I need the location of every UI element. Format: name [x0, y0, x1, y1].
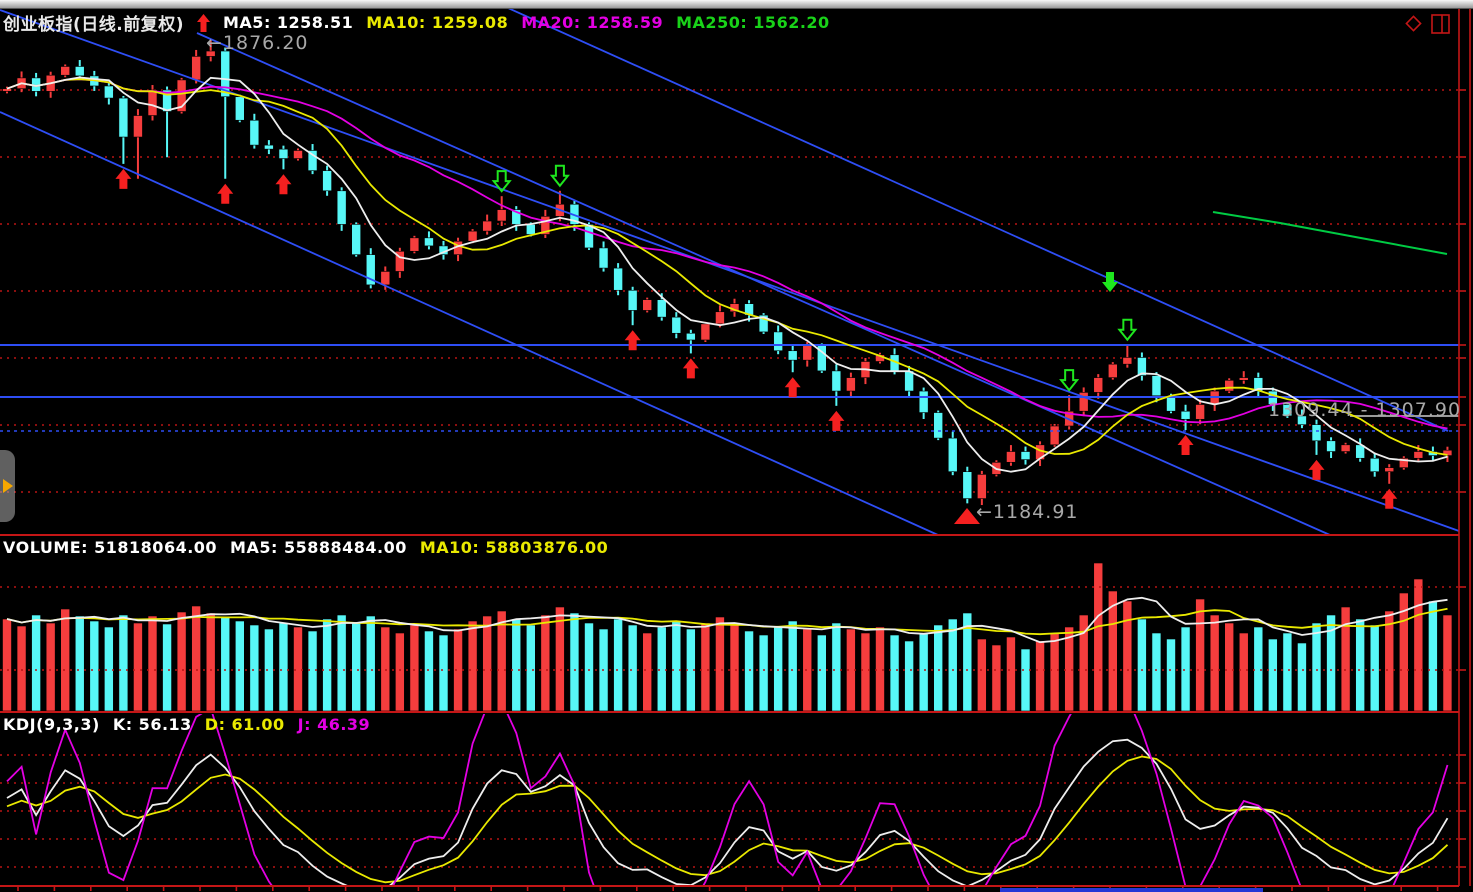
- corner-toolbar: [1403, 13, 1451, 34]
- up-arrow-icon: [197, 14, 210, 32]
- low-price-annotation: ←1184.91: [976, 501, 1079, 523]
- ma10-label: MA10: 1259.08: [366, 13, 508, 32]
- main-chart-header: 创业板指(日线.前复权) MA5: 1258.51 MA10: 1259.08 …: [3, 10, 830, 35]
- kdj-panel-header: KDJ(9,3,3) K: 56.13 D: 61.00 J: 46.39: [3, 715, 370, 734]
- split-view-icon[interactable]: [1431, 13, 1451, 34]
- volume-ma10-label: MA10: 58803876.00: [420, 538, 608, 557]
- volume-value-label: VOLUME: 51818064.00: [3, 538, 217, 557]
- peak-price-annotation: ←1876.20: [206, 32, 309, 54]
- ma250-label: MA250: 1562.20: [676, 13, 830, 32]
- diamond-icon[interactable]: [1403, 13, 1424, 34]
- expand-arrow-icon: [3, 479, 13, 493]
- kdj-j-label: J: 46.39: [298, 715, 371, 734]
- kdj-k-label: K: 56.13: [113, 715, 192, 734]
- horizontal-scrollbar-thumb[interactable]: [1000, 888, 1263, 892]
- ma20-label: MA20: 1258.59: [521, 13, 663, 32]
- volume-panel-header: VOLUME: 51818064.00 MA5: 55888484.00 MA1…: [3, 538, 608, 557]
- kdj-d-label: D: 61.00: [205, 715, 285, 734]
- trading-app-window: 创业板指(日线.前复权) MA5: 1258.51 MA10: 1259.08 …: [0, 0, 1473, 892]
- kdj-title-label: KDJ(9,3,3): [3, 715, 100, 734]
- chart-canvas[interactable]: [0, 0, 1473, 892]
- volume-ma5-label: MA5: 55888484.00: [230, 538, 407, 557]
- window-titlebar-strip: [0, 0, 1473, 9]
- sidebar-expand-handle[interactable]: [0, 450, 15, 522]
- ma5-label: MA5: 1258.51: [223, 13, 353, 32]
- instrument-title: 创业板指(日线.前复权): [3, 10, 184, 35]
- range-price-annotation: 1309.44 - 1307.90: [1268, 399, 1461, 421]
